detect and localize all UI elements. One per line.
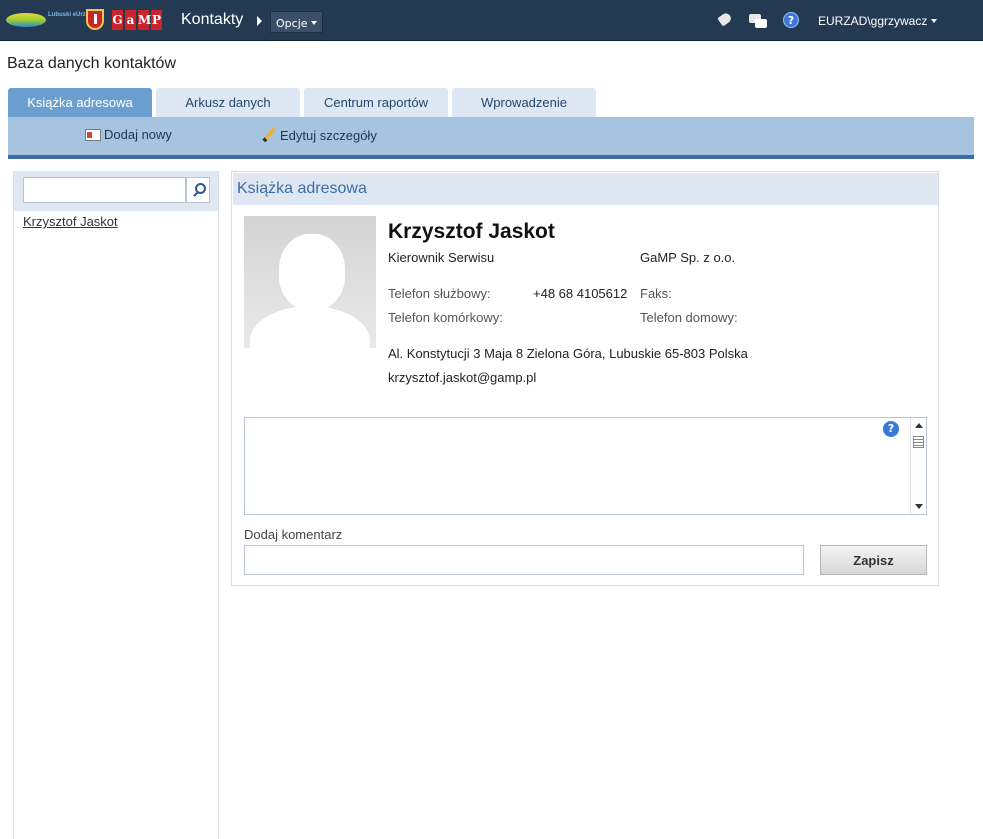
email[interactable]: krzysztof.jaskot@gamp.pl bbox=[388, 370, 536, 385]
tab-introduction[interactable]: Wprowadzenie bbox=[452, 88, 596, 117]
gamp-logo-letter: P bbox=[151, 10, 162, 30]
address: Al. Konstytucji 3 Maja 8 Zielona Góra, L… bbox=[388, 346, 748, 361]
company-name: GaMP Sp. z o.o. bbox=[640, 250, 736, 265]
top-bar: Lubuski eUrząd G a M P Kontakty Opcje ? … bbox=[0, 0, 983, 41]
tag-icon[interactable] bbox=[717, 12, 735, 30]
page-title: Baza danych kontaktów bbox=[7, 55, 176, 72]
crest-icon bbox=[86, 9, 104, 30]
lubuski-swoosh-icon bbox=[6, 13, 46, 27]
ribbon-divider bbox=[8, 155, 974, 159]
fax-label: Faks: bbox=[640, 286, 672, 301]
search-icon[interactable] bbox=[186, 177, 210, 203]
add-new-button[interactable]: Dodaj nowy bbox=[85, 127, 172, 142]
user-menu[interactable]: EURZAD\ggrzywacz bbox=[818, 14, 938, 28]
contact-name: Krzysztof Jaskot bbox=[388, 220, 555, 243]
tab-datasheet[interactable]: Arkusz danych bbox=[156, 88, 300, 117]
add-new-label: Dodaj nowy bbox=[104, 127, 172, 142]
chevron-down-icon bbox=[931, 19, 938, 23]
app-title[interactable]: Kontakty bbox=[181, 11, 243, 29]
add-comment-input[interactable] bbox=[244, 545, 804, 575]
edit-details-button[interactable]: Edytuj szczegóły bbox=[261, 127, 377, 143]
person-silhouette-body bbox=[250, 306, 370, 348]
detail-header: Książka adresowa bbox=[233, 173, 938, 205]
home-phone-label: Telefon domowy: bbox=[640, 310, 738, 325]
mobile-phone-label: Telefon komórkowy: bbox=[388, 310, 503, 325]
contact-card-icon bbox=[85, 128, 101, 141]
gamp-logo: G a M P bbox=[112, 10, 162, 30]
options-menu-label: Opcje bbox=[276, 17, 308, 30]
tab-reports-center[interactable]: Centrum raportów bbox=[304, 88, 448, 117]
tab-address-book[interactable]: Książka adresowa bbox=[8, 88, 152, 117]
help-icon[interactable]: ? bbox=[783, 12, 799, 28]
work-phone-value: +48 68 4105612 bbox=[533, 286, 628, 301]
help-icon[interactable]: ? bbox=[883, 421, 899, 437]
contact-detail-panel: Książka adresowa Krzysztof Jaskot Kierow… bbox=[231, 171, 939, 586]
gamp-logo-letter: M bbox=[138, 10, 151, 30]
notes-icon[interactable] bbox=[749, 12, 767, 30]
add-comment-label: Dodaj komentarz bbox=[244, 527, 343, 542]
search-band bbox=[14, 171, 218, 211]
search-input[interactable] bbox=[23, 177, 186, 203]
contact-list-item[interactable]: Krzysztof Jaskot bbox=[23, 214, 118, 229]
save-button[interactable]: Zapisz bbox=[820, 545, 927, 575]
edit-details-label: Edytuj szczegóły bbox=[280, 127, 377, 143]
scroll-up-icon[interactable] bbox=[915, 423, 923, 428]
scroll-thumb[interactable] bbox=[913, 436, 924, 448]
comments-scrollbar[interactable] bbox=[910, 418, 926, 514]
contacts-sidebar: Krzysztof Jaskot bbox=[13, 171, 219, 839]
ribbon: Dodaj nowy Edytuj szczegóły bbox=[8, 117, 974, 155]
person-silhouette-icon bbox=[279, 234, 345, 310]
lubuski-logo: Lubuski eUrząd bbox=[6, 9, 93, 31]
gamp-logo-letter: G bbox=[112, 10, 123, 30]
scroll-down-icon[interactable] bbox=[915, 504, 923, 509]
contact-photo bbox=[244, 216, 376, 348]
comments-history[interactable]: ? bbox=[244, 417, 927, 515]
options-menu-button[interactable]: Opcje bbox=[270, 11, 323, 33]
work-phone-label: Telefon służbowy: bbox=[388, 286, 491, 301]
pencil-icon bbox=[261, 127, 277, 143]
gamp-logo-letter: a bbox=[125, 10, 136, 30]
breadcrumb-arrow-icon bbox=[257, 16, 262, 26]
chevron-down-icon bbox=[310, 21, 317, 25]
user-name: EURZAD\ggrzywacz bbox=[818, 14, 928, 28]
job-title: Kierownik Serwisu bbox=[388, 250, 495, 265]
